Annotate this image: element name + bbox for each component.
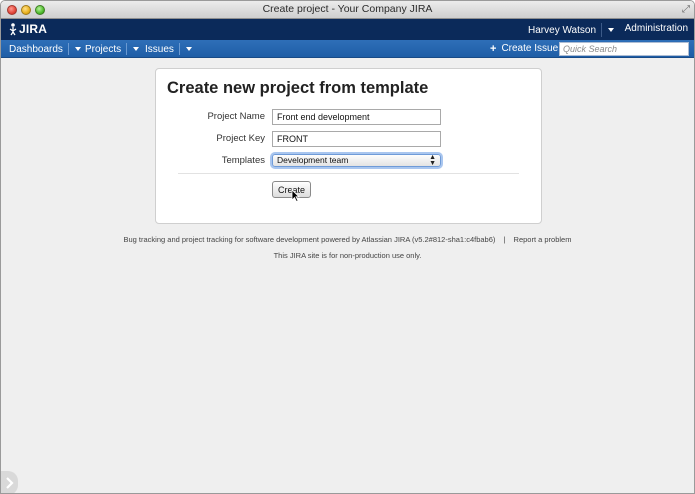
browser-window: Create project - Your Company JIRA ⤢ JIR… [0, 0, 695, 494]
footer-notice: This JIRA site is for non-production use… [273, 251, 422, 260]
chevron-right-icon [6, 477, 14, 489]
logo-text: JIRA [19, 22, 48, 36]
report-problem-link[interactable]: Report a problem [514, 235, 572, 244]
window-title: Create project - Your Company JIRA [262, 3, 433, 15]
page-title: Create new project from template [167, 79, 429, 97]
title-bar: Create project - Your Company JIRA ⤢ [1, 1, 694, 19]
footer-powered-text[interactable]: Bug tracking and project tracking for so… [124, 235, 496, 244]
chevron-down-icon[interactable] [133, 47, 140, 51]
chevron-down-icon[interactable] [608, 28, 614, 32]
divider [67, 43, 69, 55]
divider [178, 173, 519, 174]
chevron-down-icon[interactable] [74, 47, 81, 51]
project-name-field[interactable] [272, 109, 441, 125]
select-arrows-icon: ▲ ▼ [429, 154, 436, 167]
user-name[interactable]: Harvey Watson [528, 25, 596, 36]
jira-logo[interactable]: JIRA [8, 22, 47, 36]
app-header: JIRA Harvey Watson Administration [1, 19, 694, 40]
divider [601, 23, 602, 37]
project-name-label: Project Name [207, 111, 265, 122]
nav-projects-label[interactable]: Projects [85, 44, 121, 55]
mouse-cursor-icon [291, 189, 300, 202]
create-issue-button[interactable]: + Create Issue [490, 43, 558, 54]
footer-separator: | [503, 235, 506, 244]
project-key-field[interactable] [272, 131, 441, 147]
templates-select[interactable]: Development team ▲ ▼ [272, 154, 441, 167]
nav-dashboards-label[interactable]: Dashboards [9, 44, 63, 55]
nav-dashboards[interactable]: Dashboards [9, 43, 81, 55]
administration-link[interactable]: Administration [625, 23, 688, 34]
fullscreen-icon[interactable]: ⤢ [682, 4, 690, 15]
jira-logo-icon [9, 22, 17, 35]
quick-search-input[interactable] [559, 42, 689, 56]
create-issue-label[interactable]: Create Issue [501, 43, 558, 54]
templates-selected-value: Development team [277, 155, 349, 165]
nav-bar: Dashboards Projects Issues + Create Issu… [1, 40, 694, 58]
chevron-down-icon[interactable] [185, 47, 192, 51]
project-key-label: Project Key [216, 133, 265, 144]
divider [126, 43, 128, 55]
nav-issues[interactable]: Issues [145, 43, 192, 55]
side-panel-toggle[interactable] [1, 471, 18, 493]
templates-label: Templates [221, 155, 265, 166]
nav-issues-label[interactable]: Issues [145, 44, 174, 55]
divider [178, 43, 180, 55]
footer-powered-by: Bug tracking and project tracking for so… [1, 235, 694, 244]
user-menu[interactable]: Harvey Watson [528, 23, 614, 37]
create-project-panel: Create new project from template Project… [155, 68, 542, 224]
plus-icon: + [490, 42, 497, 55]
nav-projects[interactable]: Projects [85, 43, 140, 55]
